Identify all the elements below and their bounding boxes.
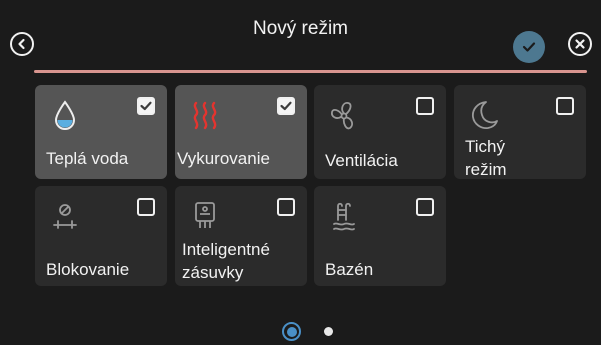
- mode-tile-silent[interactable]: Tichý režim: [454, 85, 586, 179]
- smart-plugs-checkbox[interactable]: [277, 198, 295, 216]
- smart-plug-icon: [195, 202, 215, 228]
- tile-label: Tichý režim: [465, 137, 507, 179]
- water-drop-icon: [54, 100, 76, 131]
- confirm-button[interactable]: [513, 31, 545, 63]
- mode-tile-smart-plugs[interactable]: Inteligentné zásuvky: [175, 186, 307, 286]
- header-divider: [34, 70, 587, 73]
- silent-mode-checkbox[interactable]: [556, 97, 574, 115]
- pool-icon: [333, 202, 355, 231]
- page-dot[interactable]: [324, 327, 333, 336]
- check-icon: [522, 42, 536, 52]
- mode-tile-heating[interactable]: Vykurovanie: [175, 85, 307, 179]
- close-button[interactable]: [568, 32, 592, 56]
- tile-label: Teplá voda: [46, 149, 129, 168]
- pool-checkbox[interactable]: [416, 198, 434, 216]
- mode-tile-hot-water[interactable]: Teplá voda: [35, 85, 167, 179]
- page-title: Nový režim: [252, 18, 348, 39]
- tile-label: Bazén: [325, 260, 374, 279]
- blocking-checkbox[interactable]: [137, 198, 155, 216]
- fan-icon: [331, 102, 353, 130]
- check-icon: [280, 101, 292, 111]
- page-indicator: [0, 316, 601, 341]
- tile-label: Vykurovanie: [177, 149, 270, 168]
- blocking-icon: [53, 204, 77, 229]
- ventilation-checkbox[interactable]: [416, 97, 434, 115]
- moon-icon: [472, 101, 498, 130]
- tile-label: Blokovanie: [46, 260, 130, 279]
- mode-tile-pool[interactable]: Bazén: [314, 186, 446, 286]
- tile-label: Inteligentné zásuvky: [182, 240, 270, 282]
- tile-label: Ventilácia: [325, 151, 398, 170]
- mode-tile-blocking[interactable]: Blokovanie: [35, 186, 167, 286]
- hot-water-checkbox[interactable]: [137, 97, 155, 115]
- heating-checkbox[interactable]: [277, 97, 295, 115]
- heating-waves-icon: [193, 101, 217, 130]
- close-icon: [575, 39, 585, 49]
- mode-tile-ventilation[interactable]: Ventilácia: [314, 85, 446, 179]
- check-icon: [140, 101, 152, 111]
- page-dot-active[interactable]: [282, 322, 301, 341]
